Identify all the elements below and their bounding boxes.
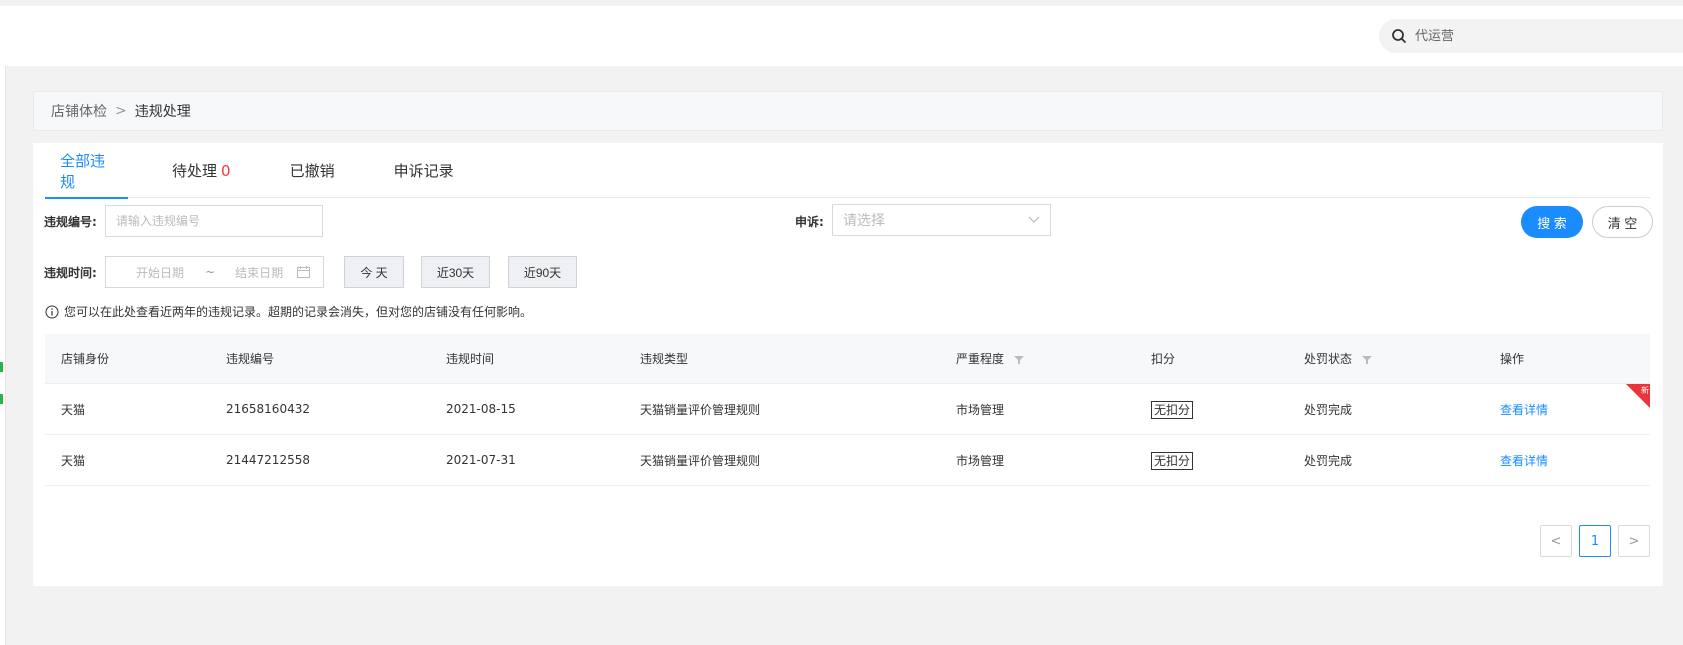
start-date-placeholder: 开始日期 [136, 265, 185, 280]
tab-all-violations[interactable]: 全部违规 [45, 143, 128, 199]
appeal-label: 申诉: [795, 215, 824, 229]
cell-identity: 天猫 [61, 453, 86, 468]
breadcrumb: 店铺体检 > 违规处理 [33, 91, 1663, 131]
col-header-severity: 严重程度 [956, 350, 1024, 367]
col-header-violation-time: 违规时间 [446, 352, 495, 366]
tab-label: 已撤销 [289, 162, 335, 180]
tab-bar: 全部违规 待处理 0 已撤销 申诉记录 [45, 143, 1650, 199]
col-header-action: 操作 [1500, 352, 1525, 366]
view-details-link[interactable]: 查看详情 [1500, 401, 1548, 418]
search-icon [1392, 29, 1406, 43]
cell-penalty-status: 处罚完成 [1304, 453, 1353, 468]
pending-count-badge: 0 [221, 161, 231, 180]
top-header [0, 6, 1683, 66]
violations-table: 店铺身份 违规编号 违规时间 违规类型 严重程度 扣分 处罚状态 操作 天猫 2… [45, 334, 1650, 486]
tab-revoked[interactable]: 已撤销 [290, 143, 335, 198]
cell-deduction: 无扣分 [1151, 451, 1194, 470]
violation-id-input[interactable] [105, 205, 323, 237]
next-page-button[interactable]: > [1618, 525, 1650, 557]
tab-label: 全部违规 [60, 151, 106, 191]
breadcrumb-current: 违规处理 [134, 104, 191, 120]
sidebar-indicator [0, 394, 3, 404]
tab-label: 待处理 [172, 162, 218, 180]
main-panel: 全部违规 待处理 0 已撤销 申诉记录 违规编号: 申诉: 请选择 搜 索 清 … [33, 143, 1663, 586]
cell-violation-time: 2021-08-15 [446, 402, 516, 416]
info-icon [45, 305, 59, 318]
cell-severity: 市场管理 [956, 453, 1005, 468]
tab-pending[interactable]: 待处理 0 [172, 143, 231, 198]
tab-appeal-records[interactable]: 申诉记录 [394, 143, 454, 198]
table-row: 天猫 21658160432 2021-08-15 天猫销量评价管理规则 市场管… [45, 384, 1650, 435]
new-badge-corner: 新 [1626, 384, 1650, 408]
calendar-icon [297, 266, 311, 278]
filter-icon[interactable] [1361, 355, 1372, 365]
filter-icon[interactable] [1013, 355, 1024, 365]
new-badge-text: 新 [1641, 385, 1649, 395]
global-search-input[interactable] [1415, 28, 1655, 44]
col-header-penalty-status-label: 处罚状态 [1304, 352, 1353, 366]
page-1-button[interactable]: 1 [1579, 525, 1611, 557]
today-button[interactable]: 今 天 [344, 256, 404, 288]
violation-time-label: 违规时间: [44, 266, 97, 280]
cell-severity: 市场管理 [956, 402, 1005, 417]
col-header-violation-type: 违规类型 [640, 352, 689, 366]
date-range-picker[interactable]: 开始日期 ~ 结束日期 [105, 256, 324, 288]
deduction-tag: 无扣分 [1151, 451, 1194, 470]
table-header: 店铺身份 违规编号 违规时间 违规类型 严重程度 扣分 处罚状态 操作 [45, 334, 1650, 384]
cell-violation-id: 21658160432 [226, 402, 310, 416]
table-row: 天猫 21447212558 2021-07-31 天猫销量评价管理规则 市场管… [45, 435, 1650, 486]
search-button[interactable]: 搜 索 [1521, 206, 1583, 238]
appeal-select-placeholder: 请选择 [843, 213, 885, 229]
breadcrumb-separator: > [115, 103, 127, 119]
last-90-days-button[interactable]: 近90天 [508, 256, 577, 288]
col-header-penalty-status: 处罚状态 [1304, 350, 1372, 367]
breadcrumb-link[interactable]: 店铺体检 [51, 101, 107, 121]
cell-violation-time: 2021-07-31 [446, 453, 516, 467]
cell-identity: 天猫 [61, 402, 86, 417]
appeal-select[interactable]: 请选择 [832, 204, 1051, 236]
cell-violation-type: 天猫销量评价管理规则 [640, 402, 761, 417]
pagination: < 1 > [1540, 525, 1650, 557]
cell-penalty-status: 处罚完成 [1304, 402, 1353, 417]
date-range-separator: ~ [205, 265, 216, 279]
info-notice: 您可以在此处查看近两年的违规记录。超期的记录会消失，但对您的店铺没有任何影响。 [45, 303, 532, 320]
chevron-down-icon [1028, 216, 1040, 223]
cell-deduction: 无扣分 [1151, 400, 1194, 419]
global-search[interactable] [1379, 19, 1683, 53]
col-header-deduction: 扣分 [1151, 352, 1176, 366]
cell-violation-type: 天猫销量评价管理规则 [640, 453, 761, 468]
last-30-days-button[interactable]: 近30天 [421, 256, 490, 288]
view-details-link[interactable]: 查看详情 [1500, 452, 1548, 469]
clear-button[interactable]: 清 空 [1592, 206, 1653, 238]
sidebar-indicator [0, 362, 3, 372]
left-sidebar-edge [0, 66, 6, 645]
col-header-severity-label: 严重程度 [956, 352, 1005, 366]
deduction-tag: 无扣分 [1151, 400, 1194, 419]
cell-violation-id: 21447212558 [226, 453, 310, 467]
prev-page-button[interactable]: < [1540, 525, 1572, 557]
col-header-shop-identity: 店铺身份 [61, 352, 110, 366]
col-header-violation-id: 违规编号 [226, 352, 275, 366]
end-date-placeholder: 结束日期 [235, 265, 284, 280]
notice-text: 您可以在此处查看近两年的违规记录。超期的记录会消失，但对您的店铺没有任何影响。 [64, 305, 533, 319]
violation-id-label: 违规编号: [44, 215, 97, 229]
tab-label: 申诉记录 [393, 162, 454, 180]
